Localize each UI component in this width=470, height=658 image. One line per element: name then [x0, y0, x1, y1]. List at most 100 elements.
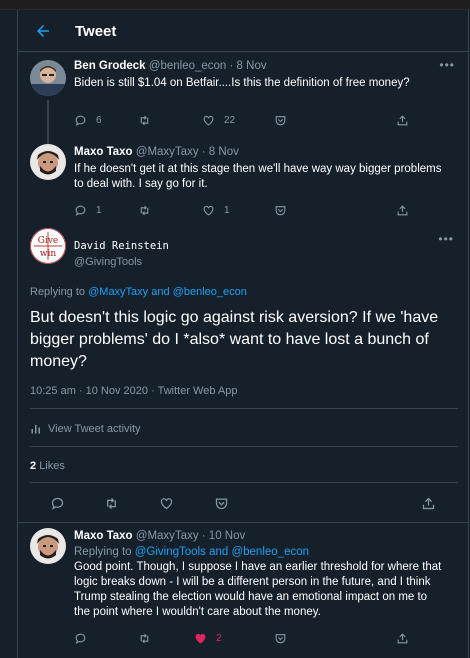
tweet-time[interactable]: · 10 Nov: [202, 530, 245, 542]
replying-prefix: Replying to: [74, 546, 132, 558]
tweet-actions: 2: [74, 630, 408, 646]
thread-line: [47, 100, 49, 138]
bar-chart-icon: [31, 425, 40, 434]
author-name[interactable]: Maxo Taxo: [74, 530, 133, 542]
comment-icon: [75, 633, 86, 644]
author-handle[interactable]: @benleo_econ: [149, 60, 227, 72]
tweet-actions: 6 22: [74, 112, 408, 128]
bookmark-icon: [275, 205, 286, 215]
heart-icon[interactable]: [159, 496, 174, 511]
more-icon[interactable]: •••: [438, 232, 454, 246]
bookmark-button[interactable]: [274, 630, 287, 646]
comment-icon: [75, 205, 86, 216]
like-button[interactable]: 22: [202, 112, 235, 128]
like-count: 22: [224, 114, 236, 126]
tweet-header: Ben Grodeck @benleo_econ · 8 Nov: [74, 60, 267, 72]
page-header: Tweet: [18, 10, 469, 52]
share-icon: [397, 632, 408, 643]
divider: [30, 482, 458, 483]
window-top-strip: [0, 0, 470, 10]
thread-tweet-1[interactable]: Ben Grodeck @benleo_econ · 8 Nov ••• Bid…: [18, 52, 469, 138]
author-name[interactable]: David Reinstein: [74, 240, 169, 252]
retweet-button[interactable]: [138, 630, 151, 646]
share-button[interactable]: [396, 630, 409, 646]
tweet-time[interactable]: · 8 Nov: [230, 60, 267, 72]
author-handle[interactable]: @MaxyTaxy: [136, 530, 199, 542]
reply-button[interactable]: 1: [74, 202, 102, 218]
mention-link[interactable]: @MaxyTaxy: [88, 286, 148, 298]
likes-label: Likes: [39, 460, 65, 472]
like-button[interactable]: 1: [202, 202, 230, 218]
bookmark-icon: [275, 115, 286, 125]
main-tweet-text: But doesn't this logic go against risk a…: [30, 309, 439, 370]
author-handle[interactable]: @GivingTools: [74, 256, 142, 268]
tweet-thread-column: Tweet Ben Grodeck @benleo_econ · 8 Nov •…: [17, 10, 469, 658]
tweet-actions: 1 1: [74, 202, 408, 218]
bookmark-icon[interactable]: [214, 496, 229, 511]
retweet-icon: [140, 205, 149, 215]
divider: [30, 446, 458, 447]
avatar[interactable]: [30, 60, 66, 96]
tweet-text: Biden is still $1.04 on Betfair....Is th…: [74, 77, 410, 89]
mention-link[interactable]: @GivingTools: [135, 546, 206, 558]
thread-line: [47, 136, 49, 144]
avatar-logo-text-top: Give: [38, 236, 58, 246]
bookmark-button[interactable]: [274, 202, 287, 218]
tweet-time[interactable]: · 8 Nov: [202, 146, 239, 158]
replying-to: Replying to @GivingTools and @benleo_eco…: [74, 545, 444, 560]
replying-prefix: Replying to: [30, 286, 86, 298]
mention-link[interactable]: @benleo_econ: [231, 546, 309, 558]
avatar[interactable]: [30, 528, 66, 564]
retweet-button[interactable]: [138, 112, 151, 128]
avatar[interactable]: Give win: [30, 228, 66, 264]
retweet-icon[interactable]: [104, 496, 119, 511]
heart-icon: [203, 205, 214, 215]
thread-tweet-2[interactable]: Maxo Taxo @MaxyTaxy · 8 Nov If he doesn'…: [18, 136, 469, 224]
activity-label: View Tweet activity: [48, 423, 141, 435]
bookmark-button[interactable]: [274, 112, 287, 128]
like-button[interactable]: 2: [194, 630, 222, 646]
share-button[interactable]: [396, 112, 409, 128]
reply-tweet[interactable]: Maxo Taxo @MaxyTaxy · 10 Nov Replying to…: [18, 522, 469, 658]
reply-button[interactable]: [74, 630, 87, 646]
author-name[interactable]: Maxo Taxo: [74, 146, 133, 158]
tweet-header: Maxo Taxo @MaxyTaxy · 10 Nov: [74, 530, 245, 542]
retweet-icon: [140, 115, 149, 125]
tweet-text: Good point. Though, I suppose I have an …: [74, 561, 442, 618]
author-handle[interactable]: @MaxyTaxy: [136, 146, 199, 158]
bookmark-icon: [275, 633, 286, 643]
reply-button[interactable]: 6: [74, 112, 102, 128]
reply-count: 1: [96, 204, 102, 216]
mention-link[interactable]: @benleo_econ: [173, 286, 247, 298]
divider: [30, 408, 458, 409]
like-count: 2: [216, 632, 222, 644]
likes-summary[interactable]: 2 Likes: [30, 460, 65, 472]
retweet-icon: [140, 633, 149, 643]
tweet-timestamp[interactable]: 10:25 am · 10 Nov 2020 · Twitter Web App: [30, 385, 238, 397]
comment-icon[interactable]: [50, 496, 65, 511]
page-title: Tweet: [75, 23, 117, 40]
reply-count: 6: [96, 114, 102, 126]
like-count: 1: [224, 204, 230, 216]
arrow-left-icon[interactable]: [34, 22, 52, 40]
heart-icon: [203, 115, 214, 125]
main-tweet-actions: [18, 496, 469, 512]
replying-to: Replying to @MaxyTaxy and @benleo_econ: [30, 286, 247, 298]
retweet-button[interactable]: [138, 202, 151, 218]
share-button[interactable]: [396, 202, 409, 218]
replying-and[interactable]: and: [209, 546, 228, 558]
replying-and[interactable]: and: [151, 286, 169, 298]
more-icon[interactable]: •••: [439, 58, 455, 72]
share-icon: [397, 114, 408, 125]
comment-icon: [75, 115, 86, 126]
author-name[interactable]: Ben Grodeck: [74, 60, 146, 72]
avatar[interactable]: [30, 144, 66, 180]
heart-icon: [195, 633, 206, 643]
avatar-logo-text-bottom: win: [40, 249, 57, 259]
likes-count: 2: [30, 460, 37, 472]
view-activity-link[interactable]: View Tweet activity: [30, 423, 141, 435]
share-icon: [397, 204, 408, 215]
tweet-text: If he doesn't get it at this stage then …: [74, 163, 442, 190]
tweet-header: Maxo Taxo @MaxyTaxy · 8 Nov: [74, 146, 239, 158]
share-icon[interactable]: [421, 496, 436, 511]
